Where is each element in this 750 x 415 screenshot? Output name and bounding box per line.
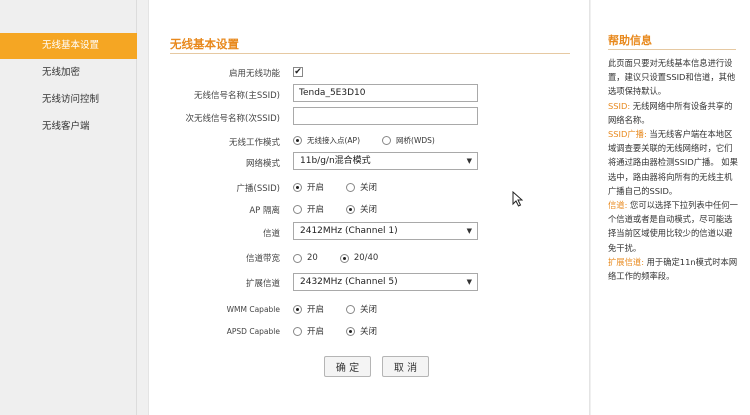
ssid2-label: 次无线信号名称(次SSID) bbox=[185, 114, 280, 124]
netmode-value: 11b/g/n混合模式 bbox=[300, 156, 371, 166]
mode-radio-group: 无线接入点(AP) 网桥(WDS) bbox=[293, 135, 457, 146]
broadcast-radio-group: 开启 关闭 bbox=[293, 181, 399, 193]
page-title: 无线基本设置 bbox=[170, 37, 239, 51]
sidebar-item-access-control[interactable]: 无线访问控制 bbox=[0, 87, 137, 113]
broadcast-off-radio[interactable] bbox=[346, 182, 356, 192]
sidebar: 无线基本设置 无线加密 无线访问控制 无线客户端 bbox=[0, 0, 137, 415]
apsd-on-radio[interactable] bbox=[293, 326, 302, 336]
title-divider bbox=[170, 53, 570, 54]
help-title: 帮助信息 bbox=[608, 34, 652, 47]
mode-ap-radio[interactable] bbox=[293, 136, 302, 145]
wmm-off-radio[interactable] bbox=[346, 304, 356, 314]
help-divider bbox=[608, 49, 736, 50]
bandwidth-radio-group: 20 20/40 bbox=[293, 253, 400, 263]
broadcast-on-radio[interactable] bbox=[293, 182, 302, 192]
dropdown-arrow-icon: ▼ bbox=[466, 278, 472, 286]
help-ext: 扩展信道: 用于确定11n模式时本网络工作的频率段。 bbox=[608, 255, 740, 283]
netmode-select[interactable]: 11b/g/n混合模式 ▼ bbox=[293, 152, 478, 170]
cancel-button[interactable]: 取 消 bbox=[382, 356, 429, 377]
help-channel-text: 您可以选择下拉列表中任何一个信道或者是自动模式，尽可能选择当前区域使用比较少的信… bbox=[608, 200, 738, 253]
wmm-off-text: 关闭 bbox=[360, 305, 378, 315]
dropdown-arrow-icon: ▼ bbox=[466, 157, 472, 165]
enable-wireless-label: 启用无线功能 bbox=[228, 69, 280, 79]
channel-value: 2412MHz (Channel 1) bbox=[300, 226, 398, 236]
ap-isolation-on-text: 开启 bbox=[307, 205, 325, 215]
channel-select[interactable]: 2412MHz (Channel 1) ▼ bbox=[293, 222, 478, 240]
broadcast-on-text: 开启 bbox=[307, 183, 325, 193]
help-ssid-key: SSID: bbox=[608, 100, 631, 111]
help-intro: 此页面只要对无线基本信息进行设置，建议只设置SSID和信道，其他选项保持默认。 bbox=[608, 58, 736, 97]
ap-isolation-label: AP 隔离 bbox=[249, 206, 280, 216]
dropdown-arrow-icon: ▼ bbox=[466, 227, 472, 235]
bandwidth-2040-radio[interactable] bbox=[339, 253, 349, 263]
sidebar-item-wireless-basic[interactable]: 无线基本设置 bbox=[0, 33, 137, 59]
help-broadcast-key: SSID广播: bbox=[608, 129, 647, 140]
ap-isolation-radio-group: 开启 关闭 bbox=[293, 203, 399, 215]
ssid2-input[interactable] bbox=[293, 107, 478, 125]
help-panel: 帮助信息 此页面只要对无线基本信息进行设置，建议只设置SSID和信道，其他选项保… bbox=[591, 0, 750, 415]
ap-isolation-off-radio[interactable] bbox=[346, 204, 356, 214]
bandwidth-20-text: 20 bbox=[307, 253, 318, 263]
ext-channel-label: 扩展信道 bbox=[245, 279, 280, 289]
help-broadcast: SSID广播: 当无线客户端在本地区域调查要关联的无线网络时，它们将通过路由器检… bbox=[608, 127, 740, 198]
wmm-on-radio[interactable] bbox=[293, 304, 302, 314]
netmode-label: 网络模式 bbox=[245, 159, 280, 169]
ext-channel-select[interactable]: 2432MHz (Channel 5) ▼ bbox=[293, 273, 478, 291]
ssid-input[interactable] bbox=[293, 84, 478, 102]
ext-channel-value: 2432MHz (Channel 5) bbox=[300, 277, 398, 287]
help-channel-key: 信道: bbox=[608, 200, 628, 211]
channel-label: 信道 bbox=[262, 229, 280, 239]
ok-button[interactable]: 确 定 bbox=[324, 356, 371, 377]
apsd-off-radio[interactable] bbox=[346, 326, 356, 336]
broadcast-label: 广播(SSID) bbox=[236, 184, 280, 194]
sidebar-item-wireless-clients[interactable]: 无线客户端 bbox=[0, 114, 137, 140]
bandwidth-20-radio[interactable] bbox=[293, 253, 302, 263]
ssid-label: 无线信号名称(主SSID) bbox=[194, 91, 280, 101]
apsd-off-text: 关闭 bbox=[360, 327, 378, 337]
mode-wds-text: 网桥(WDS) bbox=[396, 136, 435, 145]
help-channel: 信道: 您可以选择下拉列表中任何一个信道或者是自动模式，尽可能选择当前区域使用比… bbox=[608, 198, 740, 255]
mode-ap-text: 无线接入点(AP) bbox=[307, 136, 361, 145]
help-body: 此页面只要对无线基本信息进行设置，建议只设置SSID和信道，其他选项保持默认。 … bbox=[608, 56, 740, 283]
bandwidth-2040-text: 20/40 bbox=[353, 253, 379, 263]
ap-isolation-on-radio[interactable] bbox=[293, 204, 302, 214]
sidebar-item-wireless-security[interactable]: 无线加密 bbox=[0, 60, 137, 86]
mouse-cursor-icon bbox=[512, 191, 523, 207]
broadcast-off-text: 关闭 bbox=[360, 183, 378, 193]
apsd-radio-group: 开启 关闭 bbox=[293, 325, 399, 337]
apsd-on-text: 开启 bbox=[307, 327, 325, 337]
mode-label: 无线工作模式 bbox=[228, 138, 280, 148]
bandwidth-label: 信道带宽 bbox=[245, 254, 280, 264]
wmm-on-text: 开启 bbox=[307, 305, 325, 315]
enable-wireless-checkbox[interactable]: ✔ bbox=[293, 67, 303, 77]
apsd-label: APSD Capable bbox=[226, 327, 280, 336]
wmm-radio-group: 开启 关闭 bbox=[293, 303, 399, 315]
main-panel: 无线基本设置 启用无线功能 ✔ 无线信号名称(主SSID) 次无线信号名称(次S… bbox=[148, 0, 590, 415]
mode-wds-radio[interactable] bbox=[382, 136, 392, 145]
wmm-label: WMM Capable bbox=[226, 305, 280, 314]
help-ext-key: 扩展信道: bbox=[608, 256, 644, 267]
help-ssid: SSID: 无线网络中所有设备共享的网络名称。 bbox=[608, 99, 740, 127]
ap-isolation-off-text: 关闭 bbox=[360, 205, 378, 215]
help-broadcast-text: 当无线客户端在本地区域调查要关联的无线网络时，它们将通过路由器检测SSID广播。… bbox=[608, 129, 738, 196]
